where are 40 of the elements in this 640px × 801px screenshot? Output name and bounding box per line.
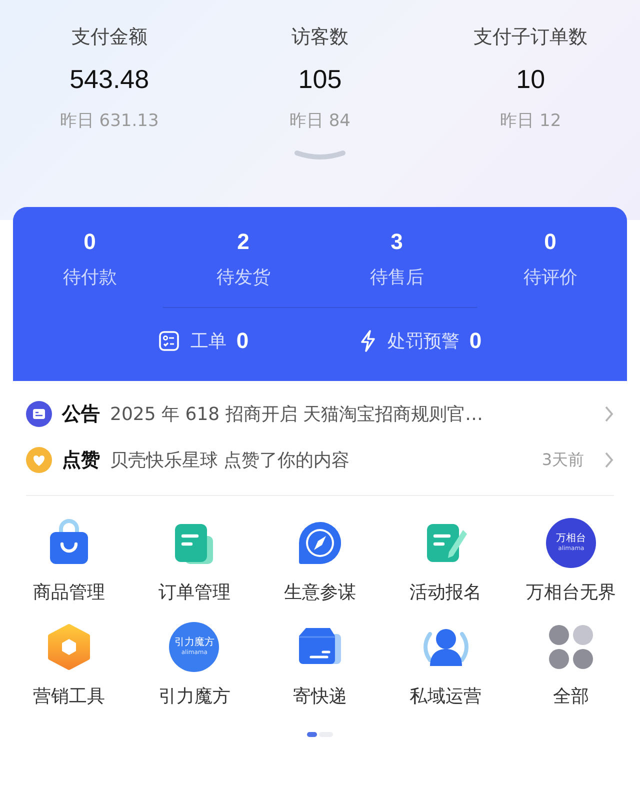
order-status-item[interactable]: 0 待评价	[480, 229, 620, 289]
stat-yesterday: 昨日 12	[500, 110, 562, 132]
order-status-item[interactable]: 2 待发货	[173, 229, 314, 289]
stat-label: 支付子订单数	[474, 25, 588, 50]
tool-label[interactable]: 私域运营	[410, 684, 482, 708]
order-status-item[interactable]: 0 待付款	[20, 229, 160, 289]
stat-yesterday: 昨日 84	[289, 110, 350, 132]
alert-count: 0	[469, 328, 482, 354]
tool-label[interactable]: 引力魔方	[158, 684, 230, 708]
lightning-icon	[359, 329, 378, 353]
tool-label[interactable]: 万相台无界	[526, 580, 616, 604]
tool-label[interactable]: 订单管理	[158, 580, 230, 604]
notice-text[interactable]: 2025 年 618 招商开启 天猫淘宝招商规则官…	[110, 402, 598, 426]
alert-label[interactable]: 工单	[190, 329, 226, 353]
stat-yesterday: 昨日 631.13	[60, 110, 159, 132]
notice-text[interactable]: 贝壳快乐星球 点赞了你的内容	[110, 448, 542, 472]
tool-label[interactable]: 商品管理	[32, 580, 105, 604]
notice-title: 点赞	[62, 448, 100, 473]
hexagon-icon[interactable]	[46, 622, 92, 672]
notice-time: 3天前	[542, 450, 584, 470]
tool-label[interactable]: 活动报名	[410, 580, 482, 604]
all-apps-icon[interactable]	[548, 622, 594, 672]
stat-label: 访客数	[291, 25, 348, 50]
order-status-item[interactable]: 3 待售后	[326, 229, 467, 289]
stat-value: 10	[516, 64, 546, 95]
tool-label[interactable]: 生意参谋	[284, 580, 356, 604]
stat-value: 543.48	[70, 64, 150, 95]
tool-label[interactable]: 寄快递	[292, 684, 347, 708]
alert-count: 0	[236, 328, 249, 354]
alert-label[interactable]: 处罚预警	[387, 329, 460, 353]
notice-title: 公告	[62, 402, 100, 427]
stat-label: 支付金额	[71, 25, 148, 50]
checklist-icon	[158, 330, 180, 352]
tool-label[interactable]: 全部	[553, 684, 590, 708]
announcement-icon	[26, 401, 52, 427]
chevron-right-icon[interactable]	[604, 451, 614, 469]
stat-value: 105	[298, 64, 342, 95]
expand-icon[interactable]	[294, 150, 346, 160]
chevron-right-icon[interactable]	[604, 405, 614, 423]
tool-label[interactable]: 营销工具	[32, 684, 105, 708]
